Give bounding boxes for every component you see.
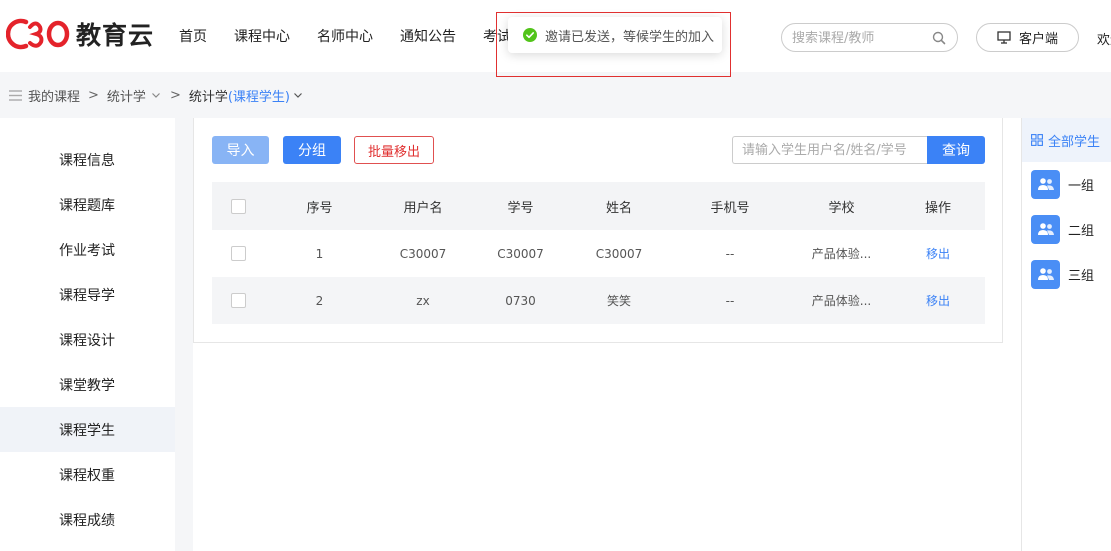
column-header: 操作 xyxy=(891,182,985,230)
site-search xyxy=(781,23,958,52)
column-header: 学号 xyxy=(471,182,570,230)
row-checkbox-cell xyxy=(212,277,264,324)
column-header: 用户名 xyxy=(375,182,471,230)
table-row: 2 zx 0730 笑笑 -- 产品体验... 移出 xyxy=(212,277,985,324)
group-item-3[interactable]: 三组 xyxy=(1031,259,1111,289)
client-label: 客户端 xyxy=(1018,32,1058,47)
group-panel: 全部学生 一组 二组 三组 xyxy=(1021,118,1111,551)
select-all-checkbox[interactable] xyxy=(230,198,246,214)
welcome-text: 欢迎 xyxy=(1097,33,1111,48)
client-button[interactable]: 客户端 xyxy=(976,23,1079,52)
users-icon xyxy=(1031,214,1060,244)
group-button[interactable]: 分组 xyxy=(283,136,341,164)
cell-username: C30007 xyxy=(399,246,447,261)
chevron-down-icon[interactable] xyxy=(292,89,304,101)
users-icon xyxy=(1031,259,1060,289)
cell-name: 笑笑 xyxy=(570,277,668,324)
cell-school: 产品体验... xyxy=(792,277,891,324)
search-input[interactable] xyxy=(792,28,932,48)
monitor-icon xyxy=(997,31,1011,44)
group-label: 三组 xyxy=(1068,268,1095,284)
student-table: 序号 用户名 学号 姓名 手机号 学校 操作 1 C30007 C30007 C… xyxy=(212,182,985,324)
sidebar-item-guide[interactable]: 课程导学 xyxy=(0,272,175,317)
column-header: 序号 xyxy=(264,182,375,230)
breadcrumb-separator: > xyxy=(169,87,181,103)
cell-index: 1 xyxy=(315,246,324,261)
logo[interactable]: 教育云 xyxy=(6,14,154,54)
query-button[interactable]: 查询 xyxy=(927,136,985,164)
cell-username: zx xyxy=(375,277,471,324)
table-header-row: 序号 用户名 学号 姓名 手机号 学校 操作 xyxy=(212,182,985,230)
menu-icon[interactable] xyxy=(9,89,22,101)
column-header: 手机号 xyxy=(668,182,792,230)
group-item-2[interactable]: 二组 xyxy=(1031,214,1111,244)
grid-icon xyxy=(1031,134,1043,146)
breadcrumb-current-highlight: (课程学生) xyxy=(227,89,291,105)
row-checkbox[interactable] xyxy=(230,293,246,308)
breadcrumb-root[interactable]: 我的课程 xyxy=(28,86,80,105)
student-panel: 导入 分组 批量移出 查询 序号 用户名 学号 姓名 手机号 学校 操作 1 C… xyxy=(193,118,1003,343)
import-button[interactable]: 导入 xyxy=(212,136,269,164)
check-circle-icon xyxy=(523,28,537,42)
row-checkbox[interactable] xyxy=(230,246,246,261)
main-nav: 首页 课程中心 名师中心 通知公告 考试 xyxy=(179,26,538,46)
table-row: 1 C30007 C30007 C30007 -- 产品体验... 移出 xyxy=(212,230,985,277)
nav-teacher-center[interactable]: 名师中心 xyxy=(317,26,373,46)
sidebar-item-design[interactable]: 课程设计 xyxy=(0,317,175,362)
course-sidebar: 课程信息 课程题库 作业考试 课程导学 课程设计 课堂教学 课程学生 课程权重 … xyxy=(0,118,175,551)
nav-course-center[interactable]: 课程中心 xyxy=(234,26,290,46)
header-checkbox-cell xyxy=(212,182,264,230)
sidebar-item-weights[interactable]: 课程权重 xyxy=(0,452,175,497)
group-label: 二组 xyxy=(1068,223,1095,239)
cell-student-no: 0730 xyxy=(471,277,570,324)
content-gutter xyxy=(175,118,193,551)
cell-student-no: C30007 xyxy=(497,246,544,261)
all-students-label: 全部学生 xyxy=(1048,134,1101,150)
breadcrumb-course[interactable]: 统计学 xyxy=(107,86,146,105)
chevron-down-icon[interactable] xyxy=(150,89,162,101)
breadcrumb: 我的课程 > 统计学 > 统计学(课程学生) xyxy=(0,72,1111,118)
cell-phone: -- xyxy=(725,246,735,261)
row-checkbox-cell xyxy=(212,230,264,277)
cell-action: 移出 xyxy=(891,230,985,277)
success-toast: 邀请已发送，等候学生的加入 xyxy=(508,17,722,53)
cell-action: 移出 xyxy=(891,277,985,324)
all-students-tab[interactable]: 全部学生 xyxy=(1022,118,1111,162)
sidebar-item-question-bank[interactable]: 课程题库 xyxy=(0,182,175,227)
cell-school: 产品体验... xyxy=(811,247,872,261)
toast-message: 邀请已发送，等候学生的加入 xyxy=(545,29,715,45)
sidebar-item-homework-exam[interactable]: 作业考试 xyxy=(0,227,175,272)
group-label: 一组 xyxy=(1068,178,1095,194)
breadcrumb-current[interactable]: 统计学(课程学生) xyxy=(189,86,290,105)
cell-index: 2 xyxy=(264,277,375,324)
sidebar-item-students[interactable]: 课程学生 xyxy=(0,407,175,452)
remove-student-link[interactable]: 移出 xyxy=(926,247,950,261)
logo-mark-icon xyxy=(6,18,70,50)
breadcrumb-separator: > xyxy=(88,87,99,103)
sidebar-item-course-info[interactable]: 课程信息 xyxy=(0,137,175,182)
remove-student-link[interactable]: 移出 xyxy=(926,294,950,308)
nav-notices[interactable]: 通知公告 xyxy=(400,26,456,46)
sidebar-item-grades[interactable]: 课程成绩 xyxy=(0,497,175,542)
cell-name: C30007 xyxy=(595,246,643,261)
nav-exam[interactable]: 考试 xyxy=(483,26,511,46)
group-item-1[interactable]: 一组 xyxy=(1031,169,1111,199)
users-icon xyxy=(1031,169,1060,199)
column-header: 学校 xyxy=(792,182,891,230)
nav-home[interactable]: 首页 xyxy=(179,26,207,46)
column-header: 姓名 xyxy=(570,182,668,230)
sidebar-item-classroom[interactable]: 课堂教学 xyxy=(0,362,175,407)
student-search-input[interactable] xyxy=(732,136,928,164)
search-icon[interactable] xyxy=(931,30,947,46)
logo-text: 教育云 xyxy=(76,21,155,50)
breadcrumb-current-prefix: 统计学 xyxy=(188,89,228,105)
batch-remove-button[interactable]: 批量移出 xyxy=(354,136,434,164)
cell-phone: -- xyxy=(668,277,792,324)
